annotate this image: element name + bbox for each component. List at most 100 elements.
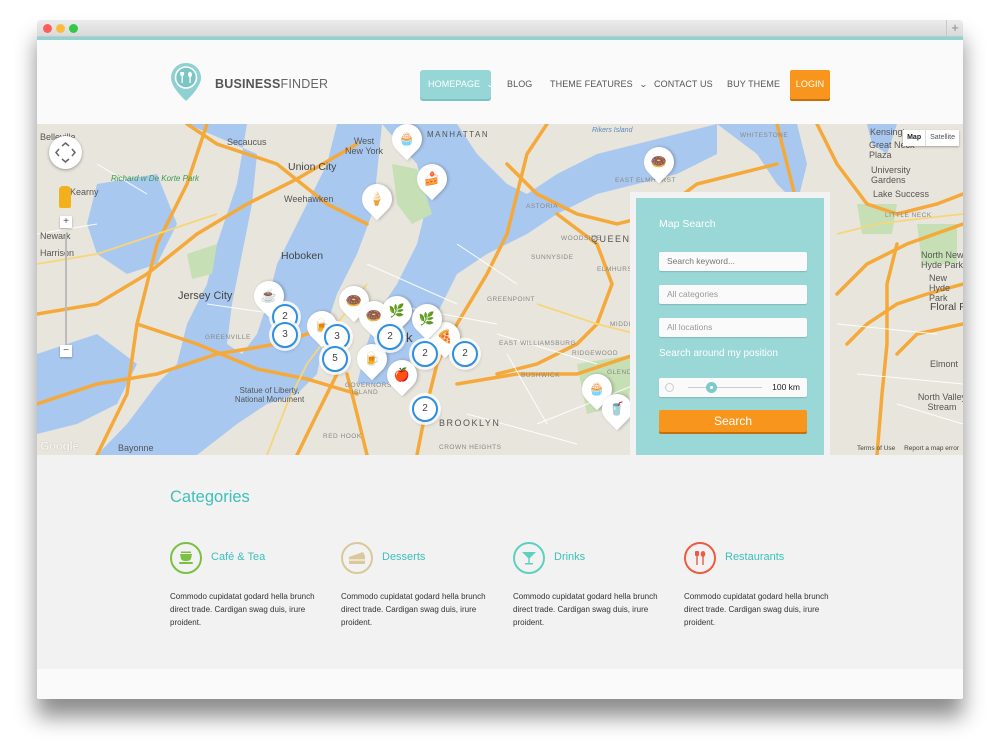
radius-slider[interactable]: 100 km <box>659 378 807 397</box>
nav-contact-us[interactable]: CONTACT US <box>654 70 713 99</box>
map-label-kearny: Kearny <box>70 187 99 197</box>
map-label-weehawken: Weehawken <box>284 194 334 204</box>
map-label-new-hyde-park: New Hyde Park <box>929 273 951 303</box>
map-cluster[interactable]: 2 <box>412 396 438 422</box>
desserts-marker-icon: 🍩 <box>650 154 668 169</box>
map-label-north-new-hyde-park: North New Hyde Park <box>921 250 963 270</box>
map-label-east-elmhurst: EAST ELMHURST <box>615 177 676 184</box>
site-header: BUSINESSFINDER HOMEPAGE ⌄ BLOG THEME FEAT… <box>37 40 963 124</box>
map-label-jersey-city: Jersey City <box>178 290 233 302</box>
restaurants-marker-icon: 🌿 <box>388 303 406 318</box>
pan-arrows-icon <box>55 142 76 163</box>
map-label-east-williamsburg: EAST WILLIAMSBURG <box>499 340 577 347</box>
map-label-governors-island: GOVERNORS ISLAND <box>345 382 392 396</box>
map-cluster[interactable]: 3 <box>272 322 298 348</box>
category-name[interactable]: Desserts <box>382 551 425 563</box>
map-label-bayonne: Bayonne <box>118 443 154 453</box>
map-label-hoboken: Hoboken <box>281 250 324 262</box>
radius-slider-handle[interactable] <box>706 382 717 393</box>
map-search-panel: Map Search All categories All locations … <box>630 192 830 455</box>
map-search-title: Map Search <box>659 218 716 230</box>
nav-homepage[interactable]: HOMEPAGE ⌄ <box>420 70 495 99</box>
map-type-control: Map Satellite <box>903 130 959 146</box>
map-type-map[interactable]: Map <box>903 130 927 146</box>
chevron-down-icon: ⌄ <box>486 80 495 89</box>
map-canvas[interactable]: Belleville Secaucus West New York Union … <box>37 124 963 455</box>
map-label-bushwick: BUSHWICK <box>521 372 561 379</box>
browser-window: + BUSINESSFINDER HOMEPAGE ⌄ BLOG THEME FE… <box>37 20 963 699</box>
nav-homepage-label: HOMEPAGE <box>428 79 481 89</box>
login-button[interactable]: LOGIN <box>790 70 830 99</box>
map-label-richard-park: Richard w De Korte Park <box>111 174 200 183</box>
zoom-out-button[interactable]: − <box>60 345 72 357</box>
drinks-marker-icon: 🍺 <box>363 351 381 366</box>
minimize-window-button[interactable] <box>56 24 65 33</box>
map-label-university-gardens: University Gardens <box>871 165 911 185</box>
zoom-slider-track[interactable] <box>65 234 67 349</box>
category-name[interactable]: Restaurants <box>725 551 784 563</box>
map-label-union-city: Union City <box>288 161 337 173</box>
main-nav: HOMEPAGE ⌄ BLOG THEME FEATURES ⌄ CONTACT U… <box>37 70 963 99</box>
map-label-lake-success: Lake Success <box>873 189 930 199</box>
map-cluster[interactable]: 2 <box>412 341 438 367</box>
new-tab-button[interactable]: + <box>946 20 963 37</box>
map-label-rikers: Rikers Island <box>592 127 633 134</box>
nav-theme-features[interactable]: THEME FEATURES ⌄ <box>550 70 647 99</box>
map-label-floral-park: Floral Park <box>930 301 963 313</box>
search-button[interactable]: Search <box>659 410 807 432</box>
map-search-form: Map Search All categories All locations … <box>636 198 824 455</box>
map-label-red-hook: RED HOOK <box>323 433 362 440</box>
restaurants-marker-icon: 🍎 <box>393 367 411 382</box>
desserts-marker-icon: 🍦 <box>368 191 386 206</box>
locations-select[interactable]: All locations <box>659 318 807 337</box>
map-label-woodside: WOODSIDE <box>561 235 602 242</box>
categories-select[interactable]: All categories <box>659 285 807 304</box>
category-name[interactable]: Drinks <box>554 551 585 563</box>
map-cluster[interactable]: 2 <box>377 324 403 350</box>
google-logo[interactable]: Google <box>40 439 79 453</box>
map-label-whitestone: WHITESTONE <box>740 132 789 139</box>
chevron-down-icon: ⌄ <box>638 80 648 89</box>
category-description: Commodo cupidatat godard hella brunch di… <box>341 592 486 627</box>
restaurants-marker-icon: 🌿 <box>418 311 436 326</box>
maximize-window-button[interactable] <box>69 24 78 33</box>
search-around-position-label: Search around my position <box>659 348 778 359</box>
fork-spoon-icon <box>684 542 716 574</box>
zoom-in-button[interactable]: + <box>60 216 72 228</box>
map-label-astoria: ASTORIA <box>526 203 558 210</box>
nav-buy-theme[interactable]: BUY THEME <box>727 70 780 99</box>
street-view-pegman-icon[interactable] <box>59 186 71 208</box>
footer-strip <box>37 669 963 699</box>
map-type-satellite[interactable]: Satellite <box>926 130 959 146</box>
cup-icon <box>170 542 202 574</box>
map-label-greenville: GREENVILLE <box>205 334 251 341</box>
cake-icon <box>341 542 373 574</box>
map-label-statue-of-liberty: Statue of Liberty, National Monument <box>234 386 305 404</box>
map-label-little-neck: LITTLE NECK <box>885 212 932 219</box>
map-attribution: Terms of Use Report a map error <box>850 445 959 452</box>
map-label-harrison: Harrison <box>40 248 75 258</box>
terms-of-use-link[interactable]: Terms of Use <box>857 445 895 452</box>
pan-control[interactable] <box>49 136 82 169</box>
report-map-error-link[interactable]: Report a map error <box>904 445 959 452</box>
categories-title: Categories <box>170 488 250 506</box>
geolocation-icon[interactable] <box>665 383 674 392</box>
search-keyword-input[interactable] <box>659 252 807 271</box>
radius-value: 100 km <box>772 382 800 392</box>
category-name[interactable]: Café & Tea <box>211 551 265 563</box>
desserts-marker-icon: 🍰 <box>423 171 441 186</box>
drinks-marker-icon: 🥤 <box>608 401 626 416</box>
map-label-manhattan: MANHATTAN <box>427 130 490 139</box>
title-bar: + <box>37 20 963 37</box>
map-label-north-valley-stream: North Valley Stream <box>917 392 963 412</box>
map-label-ridgewood: RIDGEWOOD <box>572 350 619 357</box>
close-window-button[interactable] <box>43 24 52 33</box>
map-label-brooklyn: BROOKLYN <box>439 418 501 428</box>
map-cluster[interactable]: 5 <box>322 346 348 372</box>
map-label-secaucus: Secaucus <box>227 137 267 147</box>
nav-blog[interactable]: BLOG <box>507 70 532 99</box>
map-label-crown-heights: CROWN HEIGHTS <box>439 444 502 451</box>
map-cluster[interactable]: 2 <box>452 341 478 367</box>
radius-slider-track[interactable] <box>688 387 762 388</box>
category-description: Commodo cupidatat godard hella brunch di… <box>513 592 658 627</box>
